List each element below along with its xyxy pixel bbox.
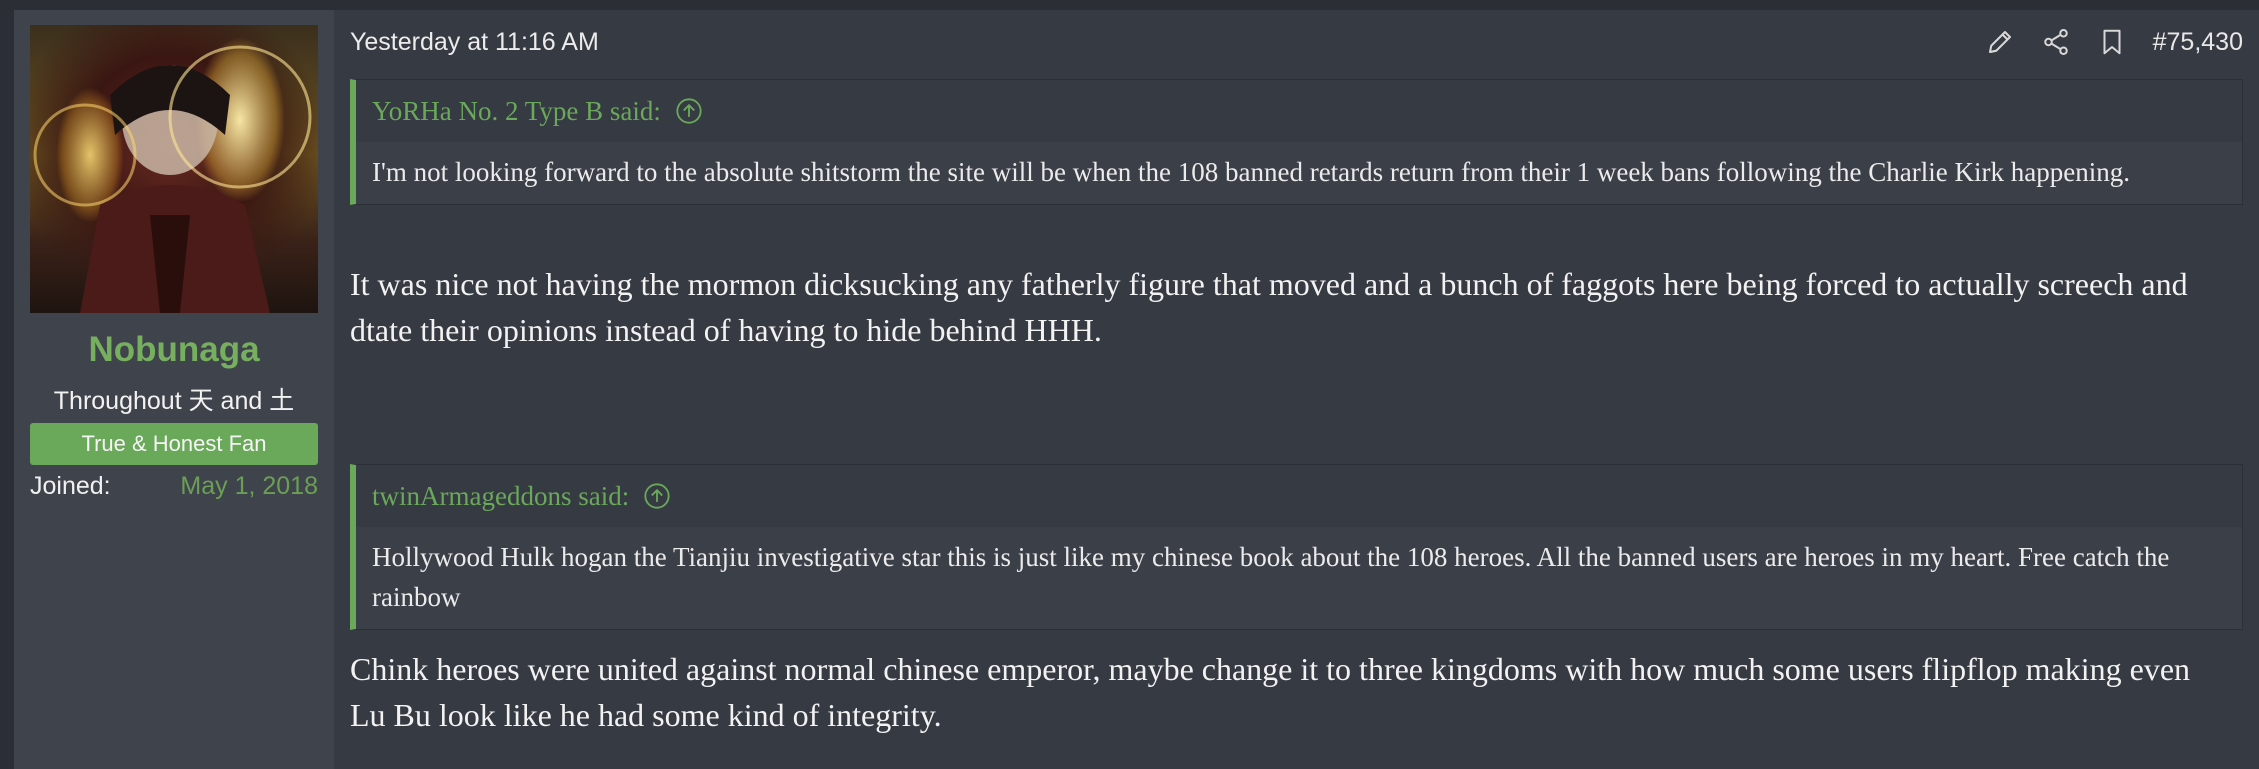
post-header: Yesterday at 11:16 AM #75,430 <box>350 22 2243 62</box>
quote-text: Hollywood Hulk hogan the Tianjiu investi… <box>372 542 2170 612</box>
quote-author[interactable]: twinArmageddons said: <box>372 481 629 512</box>
post-number[interactable]: #75,430 <box>2153 28 2243 57</box>
quote-header[interactable]: YoRHa No. 2 Type B said: <box>356 80 2242 142</box>
post-date[interactable]: Yesterday at 11:16 AM <box>350 28 599 57</box>
joined-label: Joined: <box>30 472 111 500</box>
joined-date: May 1, 2018 <box>180 472 318 500</box>
user-title: Throughout 天 and 土 <box>53 387 295 415</box>
share-icon[interactable] <box>2041 27 2071 57</box>
post-container: Nobunaga Throughout 天 and 土 True & Hones… <box>14 10 2259 769</box>
avatar[interactable] <box>30 25 318 313</box>
username[interactable]: Nobunaga <box>14 330 334 370</box>
arrow-up-circle-icon[interactable] <box>675 97 703 125</box>
quote-block: YoRHa No. 2 Type B said: I'm not looking… <box>350 79 2243 205</box>
user-sidebar: Nobunaga Throughout 天 and 土 True & Hones… <box>14 10 334 769</box>
joined-info: Joined: May 1, 2018 <box>30 472 318 501</box>
quote-header[interactable]: twinArmageddons said: <box>356 465 2242 527</box>
quote-author[interactable]: YoRHa No. 2 Type B said: <box>372 96 661 127</box>
edit-pencil-icon[interactable] <box>1985 27 2015 57</box>
reply-text: Chink heroes were united against normal … <box>350 651 2191 733</box>
post-main: Yesterday at 11:16 AM #75,430 YoRHa No. … <box>334 10 2259 769</box>
user-banner: True & Honest Fan <box>30 423 318 465</box>
arrow-up-circle-icon[interactable] <box>643 482 671 510</box>
quote-block: twinArmageddons said: Hollywood Hulk hog… <box>350 464 2243 630</box>
quote-text: I'm not looking forward to the absolute … <box>372 157 2130 187</box>
bookmark-icon[interactable] <box>2097 27 2127 57</box>
reply-text: It was nice not having the mormon dicksu… <box>350 266 2188 348</box>
post-actions: #75,430 <box>1985 27 2243 57</box>
